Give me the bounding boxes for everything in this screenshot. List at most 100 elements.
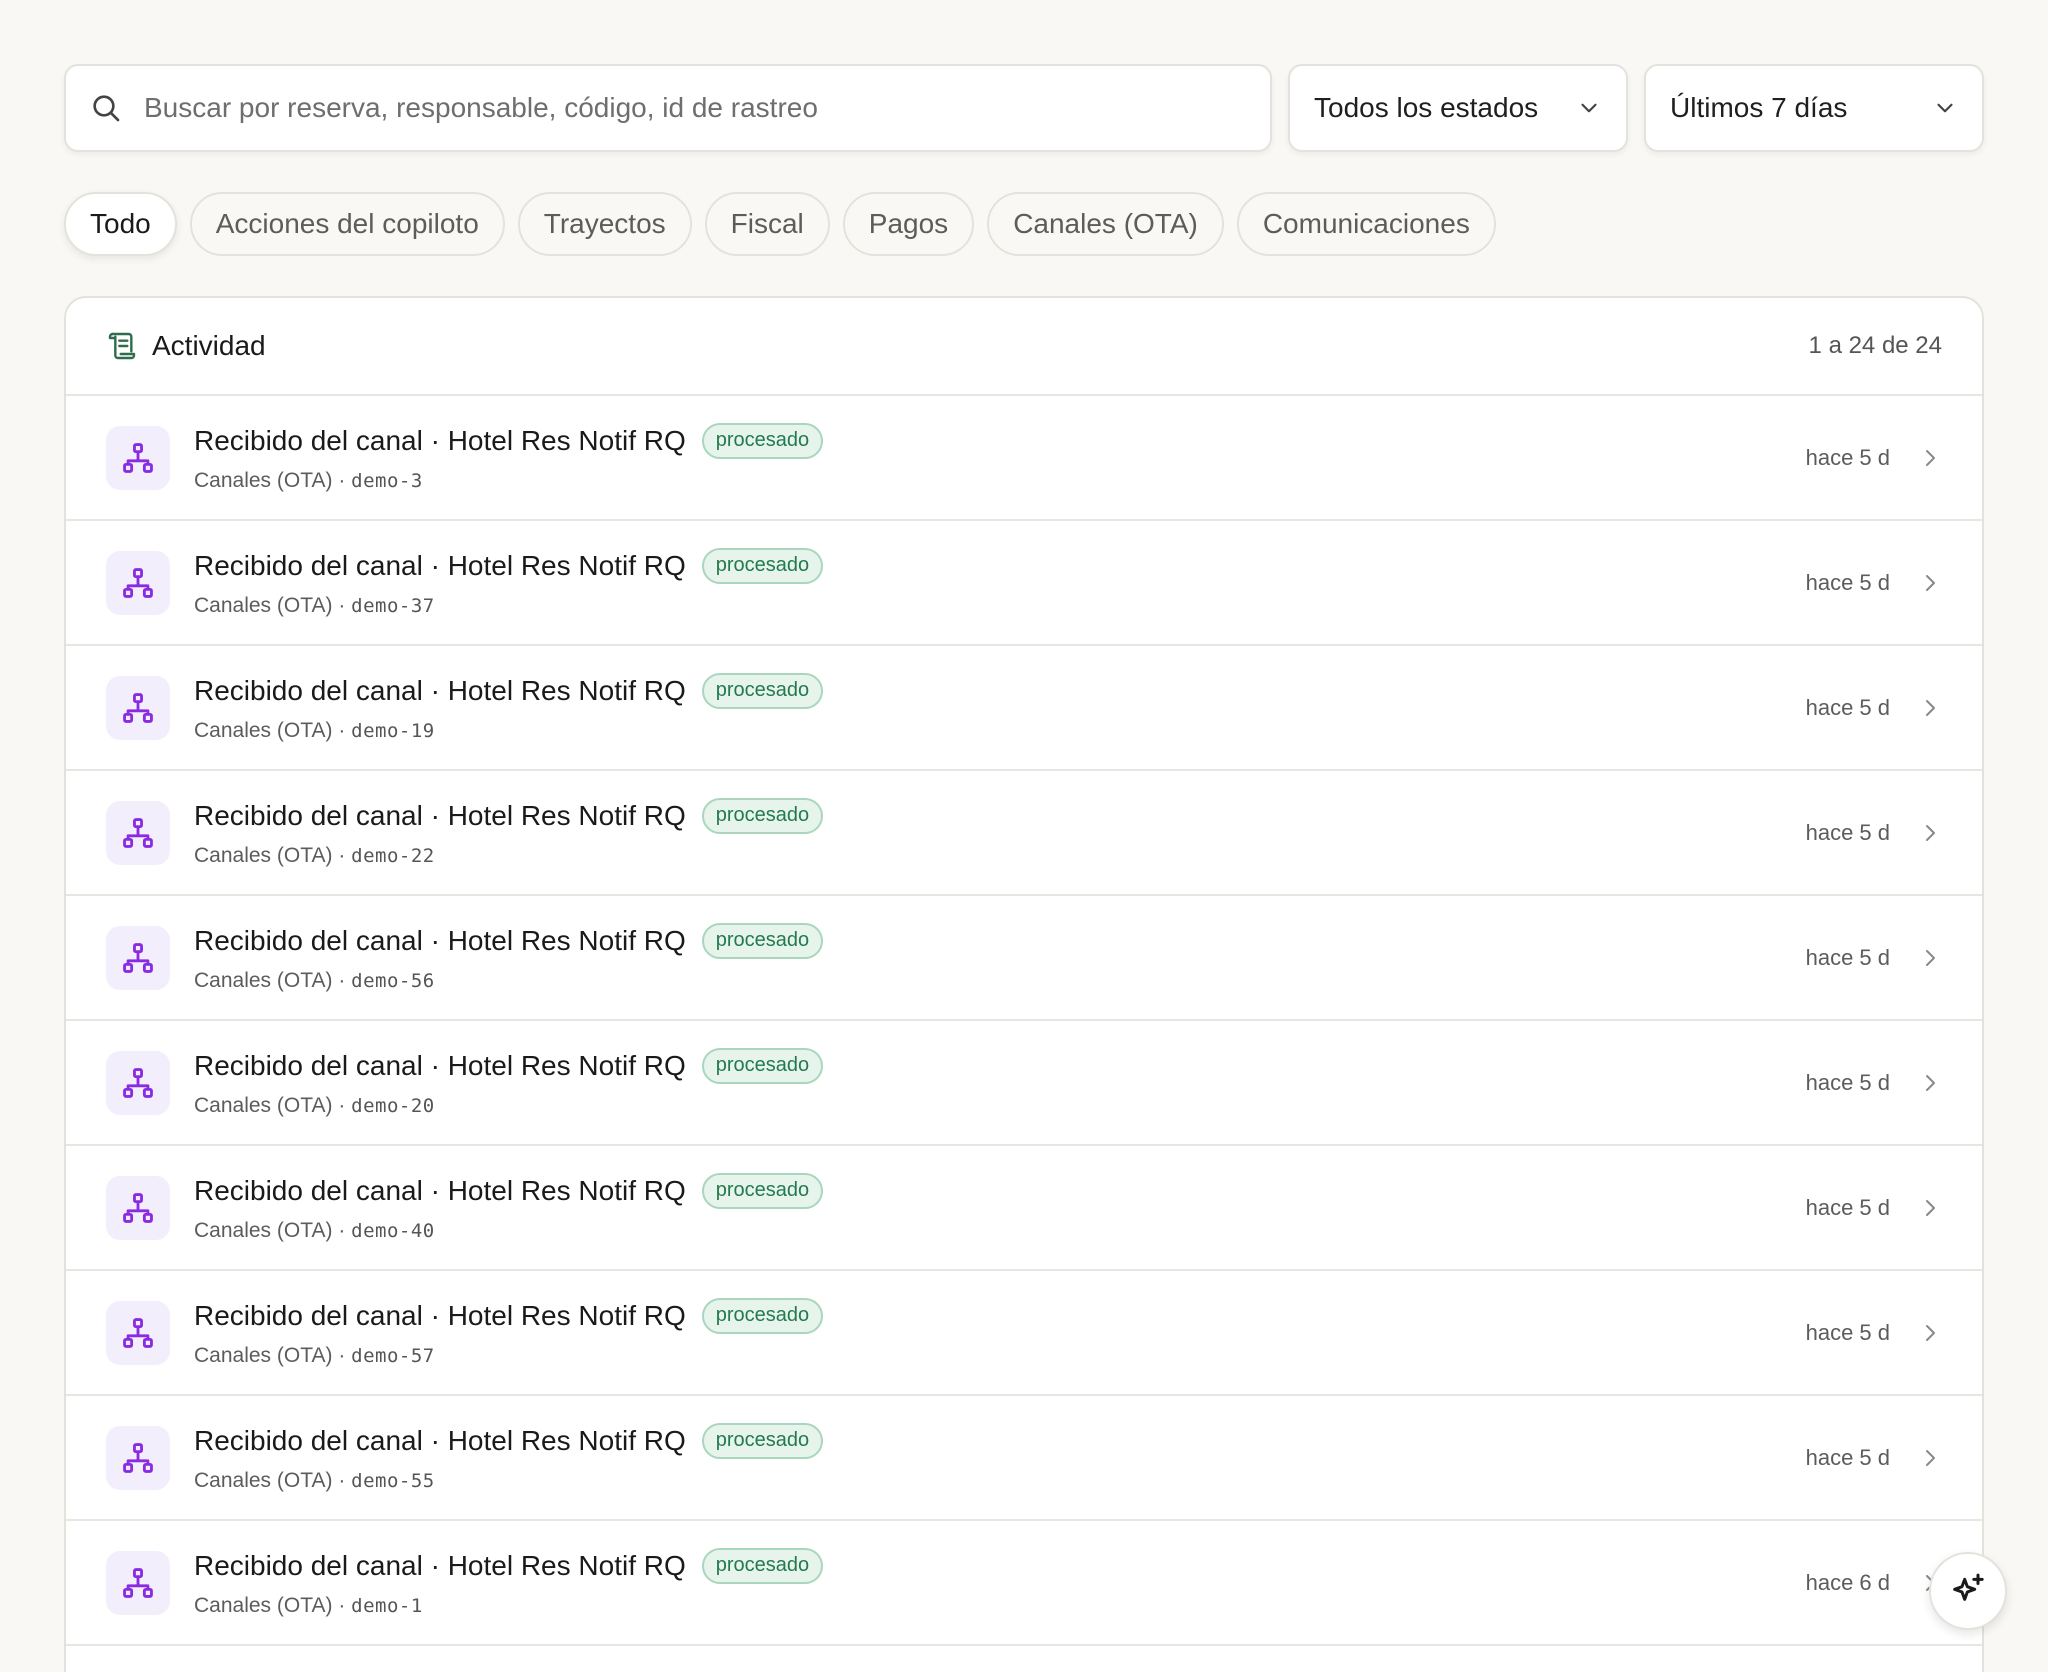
status-filter-select[interactable]: Todos los estados bbox=[1288, 64, 1628, 152]
activity-row[interactable]: Recibido del canal · Hotel Res Notif RQ … bbox=[66, 521, 1982, 646]
row-title-line: Recibido del canal · Hotel Res Notif RQ … bbox=[194, 1547, 1806, 1584]
activity-row[interactable]: Recibido del canal · Hotel Res Notif RQ … bbox=[66, 1271, 1982, 1396]
network-icon bbox=[123, 817, 153, 848]
activity-header: Actividad 1 a 24 de 24 bbox=[66, 298, 1982, 396]
row-timestamp: hace 5 d bbox=[1805, 694, 1890, 720]
activity-row[interactable]: Recibido del canal · Hotel Res Notif RQ … bbox=[66, 771, 1982, 896]
date-range-select[interactable]: Últimos 7 días bbox=[1644, 64, 1984, 152]
activity-title-group: Actividad bbox=[106, 330, 266, 362]
row-category: Canales (OTA) bbox=[194, 843, 333, 867]
row-separator: · bbox=[332, 1218, 352, 1242]
assistant-button[interactable] bbox=[1929, 1552, 2007, 1630]
chip-pagos[interactable]: Pagos bbox=[842, 192, 975, 256]
activity-title: Actividad bbox=[152, 330, 266, 361]
row-subtitle: Canales (OTA) · demo-22 bbox=[194, 844, 1806, 868]
category-tabs: Todo Acciones del copiloto Trayectos Fis… bbox=[64, 192, 1496, 256]
activity-row[interactable]: Recibido del canal · Hotel Res Notif RQ … bbox=[66, 1521, 1982, 1646]
chip-label: Comunicaciones bbox=[1262, 208, 1470, 239]
row-code: demo-1 bbox=[351, 1594, 423, 1617]
activity-row[interactable]: Recibido del canal · Hotel Res Notif RQ … bbox=[66, 1396, 1982, 1521]
row-timestamp: hace 6 d bbox=[1805, 1569, 1890, 1595]
row-subtitle: Canales (OTA) · demo-19 bbox=[194, 719, 1806, 743]
row-icon-box bbox=[106, 1050, 170, 1115]
row-separator: · bbox=[332, 1468, 352, 1492]
row-category: Canales (OTA) bbox=[194, 593, 333, 617]
row-icon-box bbox=[106, 925, 170, 990]
network-icon bbox=[123, 1192, 153, 1223]
network-icon bbox=[123, 1442, 153, 1473]
chevron-right-icon bbox=[1926, 824, 1935, 841]
row-timestamp: hace 5 d bbox=[1805, 1194, 1890, 1220]
chip-label: Canales (OTA) bbox=[1013, 208, 1198, 239]
row-timestamp: hace 5 d bbox=[1805, 1069, 1890, 1095]
chip-acciones-copiloto[interactable]: Acciones del copiloto bbox=[189, 192, 505, 256]
row-separator: · bbox=[332, 1093, 352, 1117]
activity-row[interactable]: Recibido del canal · Hotel Res Notif RQ … bbox=[66, 896, 1982, 1021]
chip-fiscal[interactable]: Fiscal bbox=[704, 192, 830, 256]
chevron-right-icon bbox=[1926, 574, 1935, 591]
row-subtitle: Canales (OTA) · demo-55 bbox=[194, 1469, 1806, 1493]
row-title-line: Recibido del canal · Hotel Res Notif RQ … bbox=[194, 797, 1806, 834]
row-separator: · bbox=[332, 718, 352, 742]
chevron-right-icon bbox=[1926, 1449, 1935, 1466]
row-body: Recibido del canal · Hotel Res Notif RQ … bbox=[194, 1172, 1806, 1243]
row-code: demo-37 bbox=[351, 594, 435, 617]
row-body: Recibido del canal · Hotel Res Notif RQ … bbox=[194, 1422, 1806, 1493]
pagination-count: 1 a 24 de 24 bbox=[1808, 332, 1942, 359]
row-body: Recibido del canal · Hotel Res Notif RQ … bbox=[194, 1547, 1806, 1618]
row-category: Canales (OTA) bbox=[194, 468, 333, 492]
row-icon-box bbox=[106, 425, 170, 490]
activity-row[interactable]: Recibido del canal · Hotel Res Notif RQ … bbox=[66, 1146, 1982, 1271]
row-category: Canales (OTA) bbox=[194, 1343, 333, 1367]
row-title: Recibido del canal · Hotel Res Notif RQ bbox=[194, 799, 686, 831]
activity-row[interactable]: Recibido del canal · Hotel Res Notif RQ … bbox=[66, 646, 1982, 771]
row-code: demo-57 bbox=[351, 1344, 435, 1367]
chip-todo[interactable]: Todo bbox=[64, 192, 177, 256]
row-title: Recibido del canal · Hotel Res Notif RQ bbox=[194, 1424, 686, 1456]
row-body: Recibido del canal · Hotel Res Notif RQ … bbox=[194, 797, 1806, 868]
row-title: Recibido del canal · Hotel Res Notif RQ bbox=[194, 1299, 686, 1331]
activity-row[interactable]: Recibido del canal · Hotel Res Notif RQ … bbox=[66, 396, 1982, 521]
row-separator: · bbox=[332, 468, 352, 492]
status-badge: procesado bbox=[701, 672, 824, 709]
row-code: demo-55 bbox=[351, 1469, 435, 1492]
row-subtitle: Canales (OTA) · demo-1 bbox=[194, 1594, 1806, 1618]
row-icon-box bbox=[106, 1175, 170, 1240]
activity-page: Todos los estados Últimos 7 días Todo Ac… bbox=[0, 0, 2048, 1672]
row-code: demo-19 bbox=[351, 719, 435, 742]
status-badge: procesado bbox=[701, 922, 824, 959]
row-title-line: Recibido del canal · Hotel Res Notif RQ … bbox=[194, 1172, 1806, 1209]
row-icon-box bbox=[106, 675, 170, 740]
chip-trayectos[interactable]: Trayectos bbox=[517, 192, 692, 256]
row-body: Recibido del canal · Hotel Res Notif RQ … bbox=[194, 547, 1806, 618]
row-timestamp: hace 5 d bbox=[1805, 1319, 1890, 1345]
chevron-right-icon bbox=[1926, 949, 1935, 966]
row-timestamp: hace 5 d bbox=[1805, 569, 1890, 595]
row-code: demo-20 bbox=[351, 1094, 435, 1117]
status-badge: procesado bbox=[701, 547, 824, 584]
row-icon-box bbox=[106, 800, 170, 865]
search-icon bbox=[93, 95, 120, 122]
scroll-list-icon bbox=[108, 332, 136, 360]
row-subtitle: Canales (OTA) · demo-56 bbox=[194, 969, 1806, 993]
chevron-right-icon bbox=[1926, 699, 1935, 716]
search-input[interactable] bbox=[144, 92, 1246, 124]
chip-canales-ota[interactable]: Canales (OTA) bbox=[987, 192, 1224, 256]
row-code: demo-40 bbox=[351, 1219, 435, 1242]
status-filter-label: Todos los estados bbox=[1314, 92, 1539, 123]
search-box[interactable] bbox=[64, 64, 1272, 152]
status-badge: procesado bbox=[701, 1047, 824, 1084]
activity-row[interactable]: Recibido del canal · Hotel Res Notif RQ … bbox=[66, 1021, 1982, 1146]
row-title-line: Recibido del canal · Hotel Res Notif RQ … bbox=[194, 922, 1806, 959]
row-category: Canales (OTA) bbox=[194, 1218, 333, 1242]
chip-label: Acciones del copiloto bbox=[215, 208, 479, 239]
row-body: Recibido del canal · Hotel Res Notif RQ … bbox=[194, 922, 1806, 993]
chevron-down-icon bbox=[1581, 103, 1597, 113]
network-icon bbox=[123, 942, 153, 973]
row-subtitle: Canales (OTA) · demo-3 bbox=[194, 469, 1806, 493]
row-icon-box bbox=[106, 550, 170, 615]
row-title-line: Recibido del canal · Hotel Res Notif RQ … bbox=[194, 1047, 1806, 1084]
network-icon bbox=[123, 1067, 153, 1098]
status-badge: procesado bbox=[701, 1547, 824, 1584]
chip-comunicaciones[interactable]: Comunicaciones bbox=[1236, 192, 1496, 256]
